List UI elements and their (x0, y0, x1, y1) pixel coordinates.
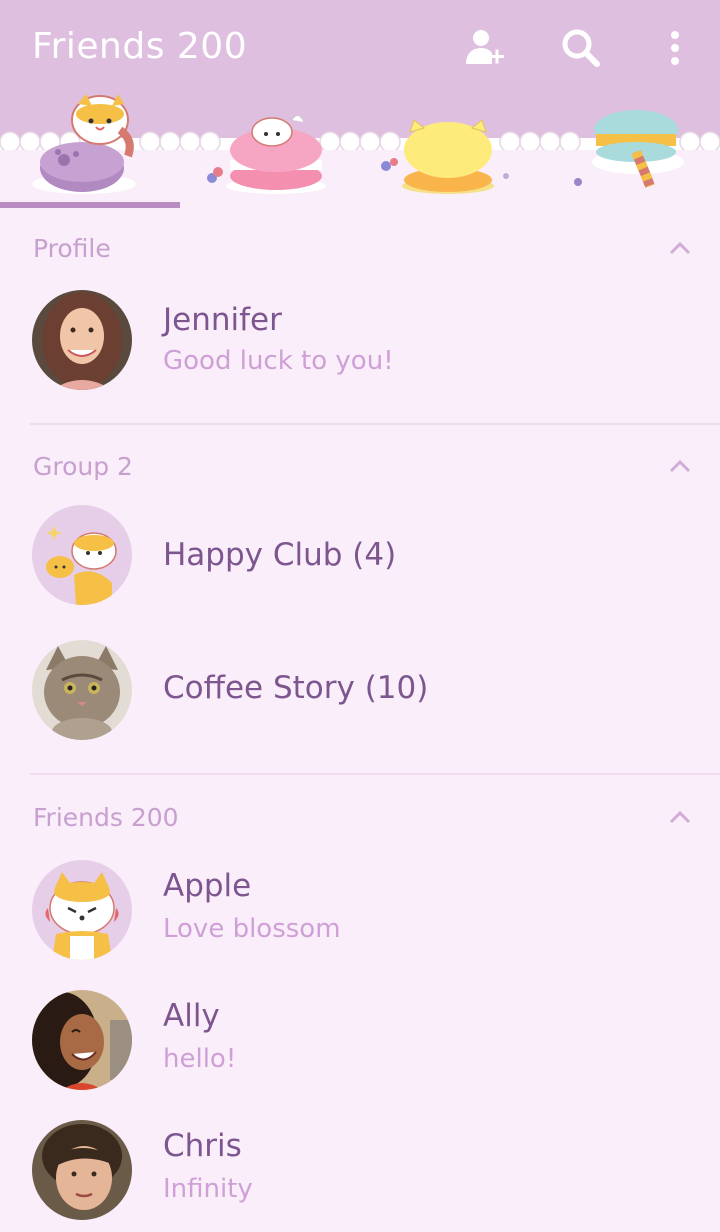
friend-row[interactable]: Chris Infinity (0, 1110, 720, 1230)
purple-macaron-mascot-icon (32, 94, 136, 194)
friend-status: Infinity (163, 1174, 253, 1204)
friend-name: Apple (163, 868, 252, 904)
friends-tab[interactable] (0, 90, 180, 202)
friend-row[interactable]: Ally hello! (0, 980, 720, 1100)
group-name: Happy Club (4) (163, 537, 397, 573)
section-header-friends[interactable]: Friends 200 (0, 795, 720, 845)
pink-macaron-icon (207, 115, 326, 194)
friend-status: Good luck to you! (163, 346, 394, 376)
avatar[interactable] (32, 990, 132, 1090)
avatar[interactable] (32, 1120, 132, 1220)
avatar[interactable] (32, 290, 132, 390)
chevron-up-icon[interactable] (668, 456, 692, 476)
section-divider (30, 423, 720, 425)
profile-row[interactable]: Jennifer Good luck to you! (0, 280, 720, 400)
friend-name: Chris (163, 1128, 242, 1164)
yellow-macaron-icon (381, 119, 509, 194)
friend-name: Ally (163, 998, 220, 1034)
search-icon[interactable] (559, 26, 603, 70)
chevron-up-icon[interactable] (668, 807, 692, 827)
avatar[interactable] (32, 505, 132, 605)
group-row[interactable]: Happy Club (4) (0, 495, 720, 615)
avatar[interactable] (32, 860, 132, 960)
more-vertical-icon[interactable] (655, 26, 699, 70)
friend-status: hello! (163, 1044, 237, 1074)
selected-tab-indicator (0, 202, 180, 208)
timeline-tab[interactable] (360, 90, 540, 202)
section-title: Friends 200 (33, 803, 179, 832)
blue-macaron-icon (574, 110, 684, 188)
friend-row[interactable]: Apple Love blossom (0, 850, 720, 970)
section-divider (30, 773, 720, 775)
group-row[interactable]: Coffee Story (10) (0, 630, 720, 750)
friend-name: Jennifer (163, 302, 282, 338)
add-friend-icon[interactable] (462, 26, 506, 70)
chats-tab[interactable] (180, 90, 360, 202)
chevron-up-icon[interactable] (668, 238, 692, 258)
avatar[interactable] (32, 640, 132, 740)
group-name: Coffee Story (10) (163, 670, 429, 706)
page-title: Friends 200 (32, 26, 248, 67)
section-title: Group 2 (33, 452, 133, 481)
section-header-profile[interactable]: Profile (0, 226, 720, 276)
more-tab[interactable] (540, 90, 720, 202)
section-header-groups[interactable]: Group 2 (0, 444, 720, 494)
section-title: Profile (33, 234, 111, 263)
friend-status: Love blossom (163, 914, 341, 944)
